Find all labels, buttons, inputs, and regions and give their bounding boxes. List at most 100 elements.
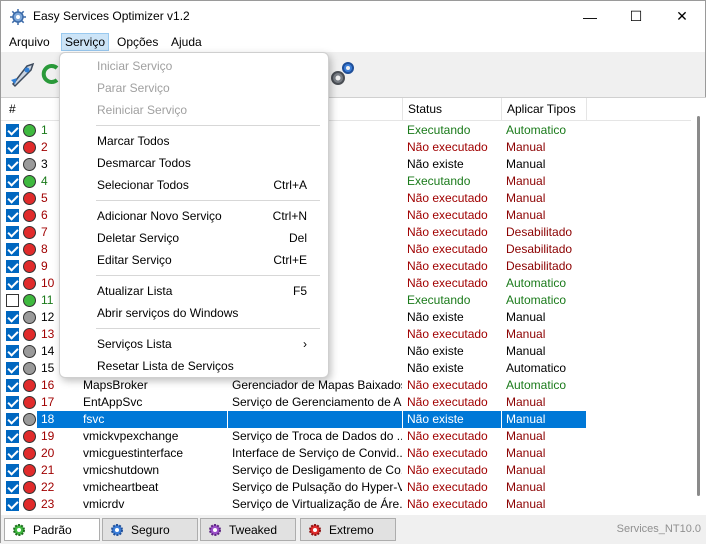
row-description: Serviço de Pulsação do Hyper-V — [232, 480, 402, 494]
status-dot-icon — [23, 481, 36, 494]
row-checkbox[interactable] — [6, 141, 19, 154]
preset-tweaked-label: Tweaked — [229, 522, 278, 537]
menu-item-label: Resetar Lista de Serviços — [97, 359, 234, 373]
gear-red-icon — [309, 523, 321, 536]
row-checkbox[interactable] — [6, 209, 19, 222]
table-row[interactable]: 18 fsvc Não existe Manual — [1, 411, 691, 428]
row-status: Executando — [407, 174, 471, 188]
vertical-scrollbar[interactable] — [691, 98, 706, 515]
row-checkbox[interactable] — [6, 311, 19, 324]
menu-item-reiniciar-servi-o[interactable]: Reiniciar Serviço — [61, 99, 329, 121]
menu-item-selecionar-todos[interactable]: Selecionar Todos Ctrl+A — [61, 174, 329, 196]
menu-item-iniciar-servi-o[interactable]: Iniciar Serviço — [61, 55, 329, 77]
row-checkbox[interactable] — [6, 481, 19, 494]
row-status: Não executado — [407, 259, 488, 273]
row-checkbox[interactable] — [6, 175, 19, 188]
table-row[interactable]: 23 vmicrdv Serviço de Virtualização de Áre… — [1, 496, 691, 513]
refresh-icon[interactable] — [41, 58, 59, 90]
row-status: Não executado — [407, 497, 488, 511]
menu-item-servi-os-lista[interactable]: Serviços Lista › — [61, 333, 329, 355]
row-status: Não existe — [407, 157, 464, 171]
row-type: Automatico — [506, 361, 567, 375]
row-status: Executando — [407, 293, 471, 307]
header-status[interactable]: Status — [403, 98, 502, 121]
status-dot-icon — [23, 294, 36, 307]
row-checkbox[interactable] — [6, 447, 19, 460]
settings-gear-icon[interactable] — [327, 58, 359, 90]
menu-item-parar-servi-o[interactable]: Parar Serviço — [61, 77, 329, 99]
preset-seguro-button[interactable]: Seguro — [102, 518, 198, 541]
preset-padrao-button[interactable]: Padrão — [4, 518, 100, 541]
row-checkbox[interactable] — [6, 379, 19, 392]
row-checkbox[interactable] — [6, 413, 19, 426]
menu-item-editar-servi-o[interactable]: Editar Serviço Ctrl+E — [61, 249, 329, 271]
row-checkbox[interactable] — [6, 430, 19, 443]
close-button[interactable]: ✕ — [659, 1, 705, 32]
header-type[interactable]: Aplicar Tipos — [502, 98, 587, 121]
table-row[interactable]: 22 vmicheartbeat Serviço de Pulsação do Hy… — [1, 479, 691, 496]
status-dot-icon — [23, 175, 36, 188]
menu-ajuda[interactable]: Ajuda — [171, 35, 202, 49]
status-dot-icon — [23, 192, 36, 205]
table-row[interactable]: 17 EntAppSvc Serviço de Gerenciamento de A… — [1, 394, 691, 411]
row-type: Desabilitado — [506, 259, 573, 273]
row-checkbox[interactable] — [6, 124, 19, 137]
menu-item-atualizar-lista[interactable]: Atualizar Lista F5 — [61, 280, 329, 302]
preset-extremo-button[interactable]: Extremo — [300, 518, 396, 541]
row-checkbox[interactable] — [6, 464, 19, 477]
menu-item-resetar-lista-de-servi-os[interactable]: Resetar Lista de Serviços — [61, 355, 329, 377]
row-service-name: vmicheartbeat — [83, 480, 159, 494]
row-checkbox[interactable] — [6, 277, 19, 290]
menu-item-abrir-servi-os-do-windows[interactable]: Abrir serviços do Windows — [61, 302, 329, 324]
row-type: Manual — [506, 497, 546, 511]
table-row[interactable]: 20 vmicguestinterface Interface de Serviço… — [1, 445, 691, 462]
rocket-icon[interactable] — [7, 58, 39, 90]
row-status: Não executado — [407, 191, 488, 205]
row-type: Automatico — [506, 123, 567, 137]
status-dot-icon — [23, 345, 36, 358]
row-service-name: EntAppSvc — [83, 395, 143, 409]
table-row[interactable]: 21 vmicshutdown Serviço de Desligamento de… — [1, 462, 691, 479]
row-checkbox[interactable] — [6, 260, 19, 273]
row-checkbox[interactable] — [6, 192, 19, 205]
row-checkbox[interactable] — [6, 328, 19, 341]
row-type: Manual — [502, 411, 586, 428]
menu-servico[interactable]: Serviço — [61, 33, 110, 51]
row-type: Manual — [506, 429, 546, 443]
row-service-name: vmicshutdown — [83, 463, 160, 477]
scrollbar-thumb[interactable] — [697, 116, 700, 496]
preset-tweaked-button[interactable]: Tweaked — [200, 518, 296, 541]
menu-item-marcar-todos[interactable]: Marcar Todos — [61, 130, 329, 152]
row-checkbox[interactable] — [6, 158, 19, 171]
status-dot-icon — [23, 362, 36, 375]
row-number: 16 — [41, 378, 55, 392]
row-description: Serviço de Troca de Dados do ... — [232, 429, 402, 443]
row-type: Manual — [506, 174, 546, 188]
menu-item-adicionar-novo-servi-o[interactable]: Adicionar Novo Serviço Ctrl+N — [61, 205, 329, 227]
maximize-button[interactable]: ☐ — [613, 1, 659, 32]
row-checkbox[interactable] — [6, 345, 19, 358]
row-type: Automatico — [506, 276, 567, 290]
minimize-button[interactable]: — — [567, 1, 613, 32]
table-row[interactable]: 16 MapsBroker Gerenciador de Mapas Baixado… — [1, 377, 691, 394]
row-type: Manual — [506, 480, 546, 494]
row-checkbox[interactable] — [6, 498, 19, 511]
status-dot-icon — [23, 226, 36, 239]
row-number: 22 — [41, 480, 55, 494]
menu-item-deletar-servi-o[interactable]: Deletar Serviço Del — [61, 227, 329, 249]
row-checkbox[interactable] — [6, 294, 19, 307]
menu-item-label: Adicionar Novo Serviço — [97, 209, 222, 223]
row-type: Manual — [506, 395, 546, 409]
row-checkbox[interactable] — [6, 362, 19, 375]
row-service-name: fsvc — [79, 411, 227, 428]
status-dot-icon — [23, 447, 36, 460]
menu-opcoes[interactable]: Opções — [117, 35, 158, 49]
row-status: Não existe — [407, 344, 464, 358]
row-checkbox[interactable] — [6, 243, 19, 256]
menu-arquivo[interactable]: Arquivo — [9, 35, 50, 49]
menu-item-desmarcar-todos[interactable]: Desmarcar Todos — [61, 152, 329, 174]
table-row[interactable]: 19 vmickvpexchange Serviço de Troca de Dad… — [1, 428, 691, 445]
row-status: Não existe — [407, 361, 464, 375]
row-checkbox[interactable] — [6, 396, 19, 409]
row-checkbox[interactable] — [6, 226, 19, 239]
